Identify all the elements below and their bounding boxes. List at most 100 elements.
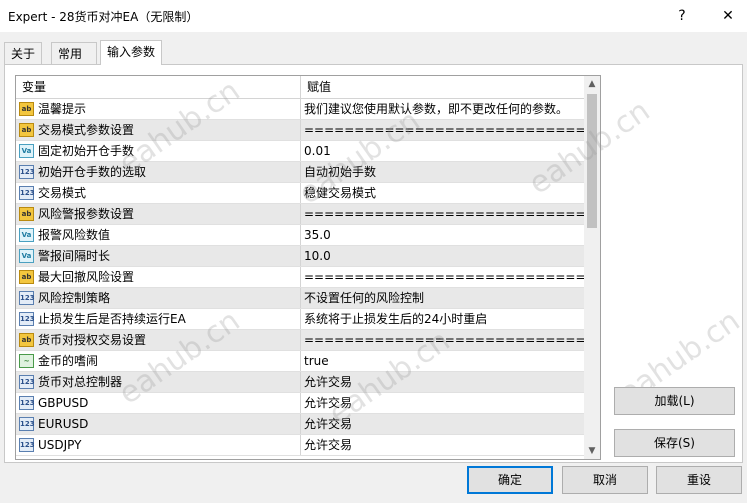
parameter-value[interactable]: 系统将于止损发生后的24小时重启 xyxy=(304,309,584,329)
parameter-name: 初始开仓手数的选取 xyxy=(38,165,147,179)
close-button[interactable]: ✕ xyxy=(714,4,742,28)
table-row[interactable]: Va 警报间隔时长 10.0 xyxy=(16,246,584,267)
parameter-name: 最大回撤风险设置 xyxy=(38,270,135,284)
table-row[interactable]: 123 GBPUSD 允许交易 xyxy=(16,393,584,414)
parameter-name: 警报间隔时长 xyxy=(38,249,111,263)
parameter-value[interactable]: ============================== xyxy=(304,267,584,287)
vertical-scrollbar[interactable]: ▲ ▼ xyxy=(584,76,600,459)
enum-type-icon: 123 xyxy=(19,165,35,179)
parameter-value[interactable]: 0.01 xyxy=(304,141,584,161)
parameter-name: 交易模式 xyxy=(38,186,87,200)
enum-type-icon: 123 xyxy=(19,375,35,389)
column-separator xyxy=(300,141,301,161)
string-type-icon: ab xyxy=(19,270,34,284)
column-separator xyxy=(300,288,301,308)
window-title: Expert - 28货币对冲EA（无限制） xyxy=(8,10,199,24)
parameter-value[interactable]: 我们建议您使用默认参数，即不更改任何的参数。 xyxy=(304,99,584,119)
table-row[interactable]: 123 货币对总控制器 允许交易 xyxy=(16,372,584,393)
column-separator xyxy=(300,414,301,434)
ok-button[interactable]: 确定 xyxy=(467,466,553,494)
grid-rows: ab 温馨提示 我们建议您使用默认参数，即不更改任何的参数。 ab 交易模式参数设置 ==… xyxy=(16,99,584,456)
save-button[interactable]: 保存(S) xyxy=(614,429,735,457)
parameter-value[interactable]: 10.0 xyxy=(304,246,584,266)
parameter-value[interactable]: ============================== xyxy=(304,330,584,350)
enum-type-icon: 123 xyxy=(19,312,35,326)
parameter-name: 货币对授权交易设置 xyxy=(38,333,147,347)
column-separator xyxy=(300,435,301,455)
tab-inputs[interactable]: 输入参数 xyxy=(100,40,162,65)
string-type-icon: ab xyxy=(19,123,34,137)
table-row[interactable]: 123 EURUSD 允许交易 xyxy=(16,414,584,435)
table-row[interactable]: ~ 金币的嗜闹 true xyxy=(16,351,584,372)
parameter-value[interactable]: 35.0 xyxy=(304,225,584,245)
scroll-down-icon[interactable]: ▼ xyxy=(584,443,600,459)
grid-header: 变量 赋值 xyxy=(16,76,584,99)
double-type-icon: Va xyxy=(19,144,34,158)
column-separator xyxy=(300,204,301,224)
column-separator xyxy=(300,225,301,245)
table-row[interactable]: ab 最大回撤风险设置 ============================== xyxy=(16,267,584,288)
string-type-icon: ab xyxy=(19,333,34,347)
parameter-name: 温馨提示 xyxy=(38,102,87,116)
tab-about[interactable]: 关于 xyxy=(4,42,42,64)
reset-button[interactable]: 重设 xyxy=(656,466,742,494)
table-row[interactable]: 123 止损发生后是否持续运行EA 系统将于止损发生后的24小时重启 xyxy=(16,309,584,330)
cancel-button[interactable]: 取消 xyxy=(562,466,648,494)
help-button[interactable]: ? xyxy=(668,4,696,28)
table-row[interactable]: ab 温馨提示 我们建议您使用默认参数，即不更改任何的参数。 xyxy=(16,99,584,120)
parameter-name: 金币的嗜闹 xyxy=(38,354,99,368)
table-row[interactable]: ab 交易模式参数设置 ============================== xyxy=(16,120,584,141)
parameter-name: 交易模式参数设置 xyxy=(38,123,135,137)
parameter-name: 货币对总控制器 xyxy=(38,375,123,389)
parameter-value[interactable]: 允许交易 xyxy=(304,372,584,392)
load-button[interactable]: 加载(L) xyxy=(614,387,735,415)
parameter-name: USDJPY xyxy=(38,438,82,452)
parameter-value[interactable]: ============================== xyxy=(304,204,584,224)
enum-type-icon: 123 xyxy=(19,396,35,410)
parameter-value[interactable]: 允许交易 xyxy=(304,435,584,455)
column-separator xyxy=(300,309,301,329)
parameter-value[interactable]: 允许交易 xyxy=(304,414,584,434)
parameter-name: EURUSD xyxy=(38,417,89,431)
table-row[interactable]: Va 固定初始开仓手数 0.01 xyxy=(16,141,584,162)
column-separator xyxy=(300,246,301,266)
table-row[interactable]: ab 风险警报参数设置 ============================== xyxy=(16,204,584,225)
column-separator xyxy=(300,120,301,140)
column-separator xyxy=(300,99,301,119)
parameter-name: 固定初始开仓手数 xyxy=(38,144,135,158)
column-separator xyxy=(300,183,301,203)
scroll-thumb[interactable] xyxy=(587,94,597,228)
string-type-icon: ab xyxy=(19,207,34,221)
header-value[interactable]: 赋值 xyxy=(301,76,331,98)
table-row[interactable]: 123 初始开仓手数的选取 自动初始手数 xyxy=(16,162,584,183)
enum-type-icon: 123 xyxy=(19,417,35,431)
parameter-grid: 变量 赋值 ab 温馨提示 我们建议您使用默认参数，即不更改任何的参数。 ab 交易模式… xyxy=(15,75,601,460)
parameter-value[interactable]: true xyxy=(304,351,584,371)
table-row[interactable]: 123 交易模式 稳健交易模式 xyxy=(16,183,584,204)
table-row[interactable]: 123 USDJPY 允许交易 xyxy=(16,435,584,456)
column-separator xyxy=(300,162,301,182)
parameter-value[interactable]: 自动初始手数 xyxy=(304,162,584,182)
bool-type-icon: ~ xyxy=(19,354,34,368)
scroll-up-icon[interactable]: ▲ xyxy=(584,76,600,92)
column-separator xyxy=(300,330,301,350)
table-row[interactable]: 123 风险控制策略 不设置任何的风险控制 xyxy=(16,288,584,309)
enum-type-icon: 123 xyxy=(19,438,35,452)
header-variable[interactable]: 变量 xyxy=(16,76,46,98)
parameter-value[interactable]: ============================== xyxy=(304,120,584,140)
parameter-value[interactable]: 允许交易 xyxy=(304,393,584,413)
tab-common[interactable]: 常用 xyxy=(51,42,97,64)
enum-type-icon: 123 xyxy=(19,186,35,200)
parameter-value[interactable]: 不设置任何的风险控制 xyxy=(304,288,584,308)
double-type-icon: Va xyxy=(19,249,34,263)
table-row[interactable]: ab 货币对授权交易设置 =============================… xyxy=(16,330,584,351)
column-separator xyxy=(300,351,301,371)
double-type-icon: Va xyxy=(19,228,34,242)
title-bar: Expert - 28货币对冲EA（无限制） ? ✕ xyxy=(0,0,747,32)
parameter-name: 风险控制策略 xyxy=(38,291,111,305)
parameter-name: 止损发生后是否持续运行EA xyxy=(38,312,186,326)
column-separator xyxy=(300,267,301,287)
table-row[interactable]: Va 报警风险数值 35.0 xyxy=(16,225,584,246)
parameter-name: 风险警报参数设置 xyxy=(38,207,135,221)
parameter-value[interactable]: 稳健交易模式 xyxy=(304,183,584,203)
